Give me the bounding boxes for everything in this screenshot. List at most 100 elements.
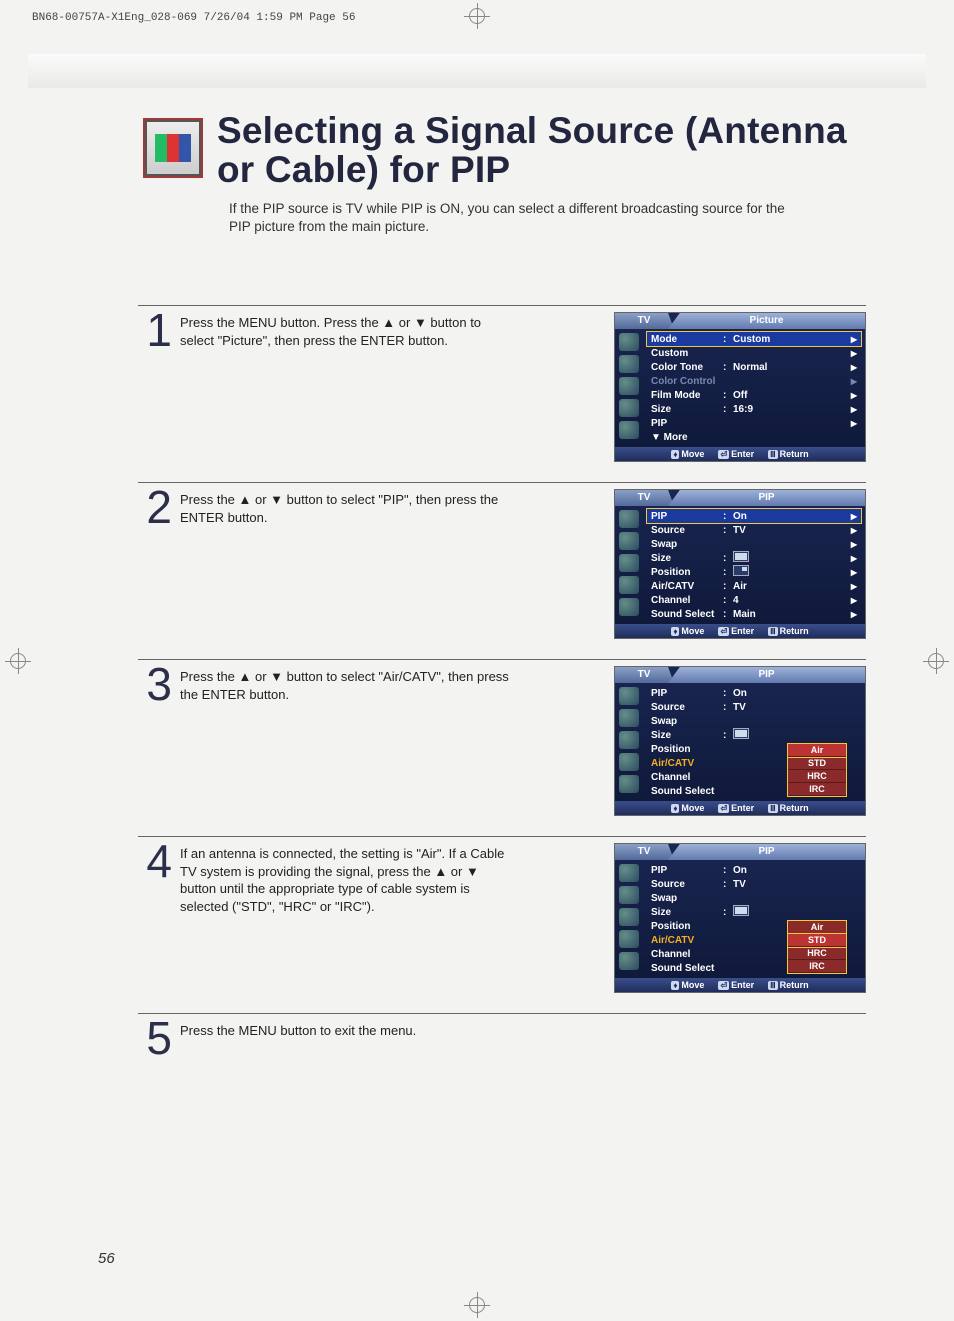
- register-mark-right: [928, 653, 944, 669]
- osd-row: Air/CATV:Air▶: [647, 579, 861, 593]
- osd-row-label: Air/CATV: [651, 581, 723, 592]
- osd-row-label: Channel: [651, 772, 723, 783]
- chevron-right-icon: ▶: [851, 610, 857, 619]
- osd-category-icon: [619, 731, 639, 749]
- step-number: 5: [138, 1018, 176, 1059]
- osd-row-value: TV: [733, 702, 857, 713]
- osd-row-label: Air/CATV: [651, 758, 723, 769]
- osd-row-label: Swap: [651, 716, 723, 727]
- osd-hint-enter: ⏎Enter: [718, 449, 754, 459]
- osd-row: Size:16:9▶: [647, 402, 861, 416]
- step-number: 4: [138, 841, 176, 882]
- step-row: 5Press the MENU button to exit the menu.: [138, 1013, 866, 1059]
- osd-category-icon: [619, 510, 639, 528]
- step-text: Press the MENU button to exit the menu.: [176, 1020, 520, 1040]
- osd-row: Color Tone:Normal▶: [647, 360, 861, 374]
- intro-paragraph: If the PIP source is TV while PIP is ON,…: [229, 200, 799, 236]
- osd-row-label: Source: [651, 879, 723, 890]
- osd-option: HRC: [788, 947, 846, 960]
- osd-category-icon: [619, 886, 639, 904]
- osd-row: PIP:On: [647, 686, 861, 700]
- osd-row: PIP:On: [647, 863, 861, 877]
- osd-hint-enter: ⏎Enter: [718, 626, 754, 636]
- osd-row: ▼ More: [647, 430, 861, 444]
- pip-size-icon: [733, 905, 749, 916]
- osd-row-label: Mode: [651, 334, 723, 345]
- osd-row-label: Swap: [651, 539, 723, 550]
- tv-icon: [143, 118, 203, 178]
- page-title: Selecting a Signal Source (Antenna or Ca…: [143, 112, 866, 190]
- osd-tab: TV: [615, 313, 674, 329]
- osd-option: HRC: [788, 770, 846, 783]
- osd-category-icon: [619, 598, 639, 616]
- osd-row: Sound Select:Main▶: [647, 607, 861, 621]
- osd-row: Size:: [647, 728, 861, 742]
- osd-category-icon: [619, 753, 639, 771]
- chevron-right-icon: ▶: [851, 377, 857, 386]
- chevron-right-icon: ▶: [851, 405, 857, 414]
- osd-row: Mode:Custom▶: [647, 332, 861, 346]
- osd-row-label: Size: [651, 730, 723, 741]
- osd-category-icon: [619, 377, 639, 395]
- osd-row: Swap▶: [647, 537, 861, 551]
- osd-category-icon: [619, 709, 639, 727]
- osd-row-value: Main: [733, 609, 851, 620]
- osd-row: Swap: [647, 714, 861, 728]
- step-number: 2: [138, 487, 176, 528]
- chevron-right-icon: ▶: [851, 335, 857, 344]
- chevron-right-icon: ▶: [851, 391, 857, 400]
- osd-row: Size:: [647, 905, 861, 919]
- osd-category-icon: [619, 399, 639, 417]
- osd-footer: ♦Move ⏎Enter ⅢReturn: [615, 801, 865, 815]
- osd-hint-enter: ⏎Enter: [718, 803, 754, 813]
- osd-row: Custom▶: [647, 346, 861, 360]
- osd-row-label: Size: [651, 553, 723, 564]
- osd-row-label: Air/CATV: [651, 935, 723, 946]
- osd-row-value: Off: [733, 390, 851, 401]
- step-text: Press the ▲ or ▼ button to select "Air/C…: [176, 666, 520, 703]
- osd-row-label: ▼ More: [651, 432, 723, 443]
- step-number: 3: [138, 664, 176, 705]
- osd-row-label: Source: [651, 702, 723, 713]
- header-band: [28, 54, 926, 88]
- osd-row-label: Sound Select: [651, 609, 723, 620]
- osd-hint-move: ♦Move: [671, 803, 704, 813]
- osd-title: PIP: [668, 667, 865, 683]
- osd-option: Air: [788, 744, 846, 757]
- osd-row-value: TV: [733, 879, 857, 890]
- osd-category-icon: [619, 554, 639, 572]
- osd-row: Color Control▶: [647, 374, 861, 388]
- osd-row-value: 16:9: [733, 404, 851, 415]
- chevron-right-icon: ▶: [851, 512, 857, 521]
- osd-category-icon: [619, 864, 639, 882]
- osd-row-label: Channel: [651, 595, 723, 606]
- step-text: Press the ▲ or ▼ button to select "PIP",…: [176, 489, 520, 526]
- step-number: 1: [138, 310, 176, 351]
- register-mark-top: [469, 8, 485, 24]
- osd-row: PIP:On▶: [647, 509, 861, 523]
- osd-hint-return: ⅢReturn: [768, 449, 809, 459]
- osd-row-label: PIP: [651, 688, 723, 699]
- chevron-right-icon: ▶: [851, 582, 857, 591]
- step-text: Press the MENU button. Press the ▲ or ▼ …: [176, 312, 520, 349]
- osd-category-icon: [619, 421, 639, 439]
- osd-menu: TVPictureMode:Custom▶Custom▶Color Tone:N…: [614, 312, 866, 462]
- step-row: 3Press the ▲ or ▼ button to select "Air/…: [138, 659, 866, 836]
- page-number: 56: [98, 1250, 115, 1267]
- osd-title: PIP: [668, 490, 865, 506]
- osd-option: IRC: [788, 960, 846, 973]
- osd-hint-return: ⅢReturn: [768, 803, 809, 813]
- osd-row: Source:TV: [647, 700, 861, 714]
- osd-tab: TV: [615, 844, 674, 860]
- osd-row-value: TV: [733, 525, 851, 536]
- pip-size-icon: [733, 551, 749, 562]
- osd-row-label: Sound Select: [651, 963, 723, 974]
- osd-row-value: 4: [733, 595, 851, 606]
- osd-category-icon: [619, 908, 639, 926]
- osd-hint-move: ♦Move: [671, 980, 704, 990]
- osd-hint-move: ♦Move: [671, 449, 704, 459]
- osd-row-label: Film Mode: [651, 390, 723, 401]
- osd-row-label: Source: [651, 525, 723, 536]
- osd-row: Source:TV: [647, 877, 861, 891]
- osd-row-label: Position: [651, 567, 723, 578]
